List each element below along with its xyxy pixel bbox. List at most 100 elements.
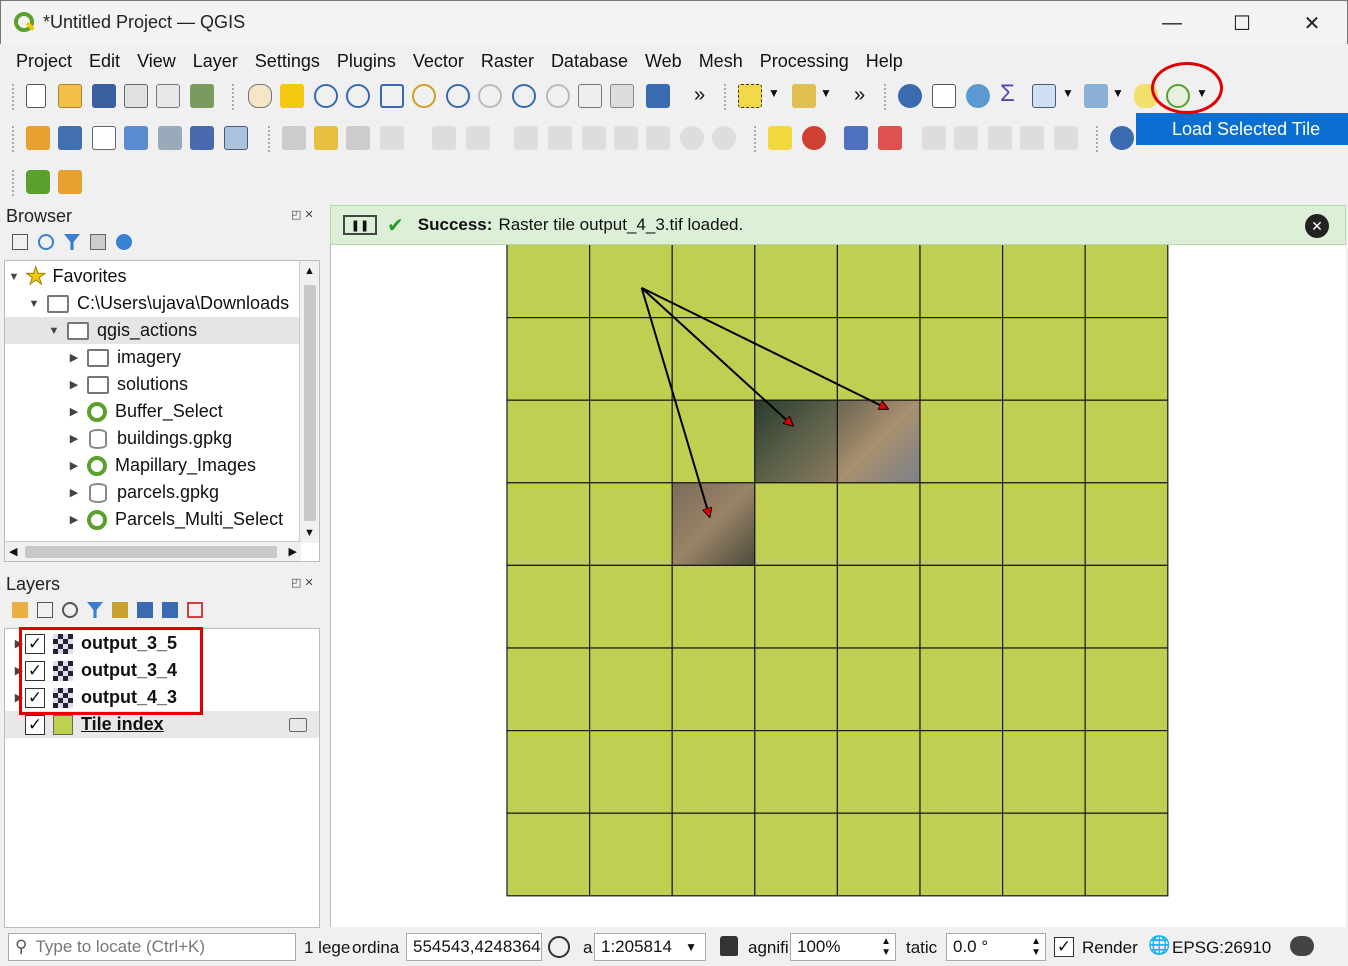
chevron-right-icon[interactable]: ▶ <box>67 405 81 418</box>
scroll-up-icon[interactable]: ▲ <box>304 265 315 277</box>
save-project-icon[interactable] <box>92 84 116 108</box>
tile-index-cell[interactable] <box>754 564 838 649</box>
browser-item[interactable]: ▶ Mapillary_Images <box>5 452 301 479</box>
panel-float-close-icon[interactable]: ◰ ✕ <box>291 576 314 589</box>
label-toolbar-icon[interactable] <box>768 126 792 150</box>
browser-item[interactable]: ▶ imagery <box>5 344 301 371</box>
crs-globe-icon[interactable]: 🌐 <box>1148 935 1170 956</box>
tile-index-cell[interactable] <box>754 245 838 319</box>
zoom-layer-icon[interactable] <box>446 84 470 108</box>
print-layout-icon[interactable] <box>156 84 180 108</box>
tile-index-cell[interactable] <box>836 730 921 814</box>
filter-legend-icon[interactable] <box>87 602 103 618</box>
save-as-icon[interactable] <box>124 84 148 108</box>
menu-layer[interactable]: Layer <box>193 51 238 72</box>
minimize-button[interactable]: — <box>1137 1 1207 45</box>
scroll-thumb[interactable] <box>304 285 316 521</box>
coordinate-field[interactable]: 554543,4248364 <box>406 933 542 961</box>
chevron-down-icon[interactable]: ▼ <box>768 86 780 100</box>
tile-index-cell[interactable] <box>919 245 1004 319</box>
raster-tile[interactable] <box>836 399 921 484</box>
tile-index-cell[interactable] <box>1001 482 1086 567</box>
zoom-full-icon[interactable] <box>380 84 404 108</box>
attribute-table-icon[interactable] <box>932 84 956 108</box>
chevron-down-icon[interactable]: ▼ <box>685 940 697 954</box>
globe-icon[interactable] <box>1110 126 1134 150</box>
locate-search-icon[interactable] <box>26 170 50 194</box>
layer-visibility-checkbox[interactable]: ✓ <box>25 714 45 735</box>
tile-index-cell[interactable] <box>919 316 1004 401</box>
spin-arrows-icon[interactable]: ▲ ▼ <box>1031 936 1041 958</box>
zoom-out-icon[interactable] <box>346 84 370 108</box>
new-project-icon[interactable] <box>26 84 46 108</box>
data-source-manager-icon[interactable] <box>26 126 50 150</box>
toolbar-grip[interactable] <box>12 84 16 110</box>
scroll-down-icon[interactable]: ▼ <box>304 527 315 539</box>
tile-index-cell[interactable] <box>1084 730 1169 814</box>
toolbar-overflow-1[interactable]: » <box>694 84 705 107</box>
chevron-right-icon[interactable]: ▶ <box>67 432 81 445</box>
tile-index-cell[interactable] <box>671 730 756 814</box>
pan-hand-icon[interactable] <box>248 84 272 108</box>
expand-all-icon[interactable] <box>137 602 153 618</box>
tile-index-cell[interactable] <box>589 316 673 401</box>
chevron-down-icon[interactable]: ▼ <box>1112 86 1124 100</box>
tile-index-cell[interactable] <box>754 647 838 732</box>
browser-item[interactable]: ▼ qgis_actions <box>5 317 301 344</box>
toolbar-grip[interactable] <box>724 84 728 110</box>
toolbar-grip[interactable] <box>12 126 16 152</box>
menu-database[interactable]: Database <box>551 51 628 72</box>
menu-processing[interactable]: Processing <box>760 51 849 72</box>
zoom-selection-icon[interactable] <box>412 84 436 108</box>
tile-index-cell[interactable] <box>919 564 1004 649</box>
locator-search-input[interactable]: ⚲ Type to locate (Ctrl+K) <box>8 933 296 961</box>
label-pin-icon[interactable] <box>844 126 868 150</box>
tile-index-cell[interactable] <box>836 564 921 649</box>
scale-combo[interactable]: 1:205814 ▼ <box>594 933 706 961</box>
menu-vector[interactable]: Vector <box>413 51 464 72</box>
tile-index-cell[interactable] <box>589 812 673 897</box>
browser-item[interactable]: ▶ solutions <box>5 371 301 398</box>
add-raster-icon[interactable] <box>190 126 214 150</box>
style-manager-icon[interactable] <box>190 84 214 108</box>
tile-index-cell[interactable] <box>671 564 756 649</box>
filter-expression-icon[interactable] <box>112 602 128 618</box>
visibility-eye-icon[interactable] <box>62 602 78 618</box>
pan-to-selection-icon[interactable] <box>280 84 304 108</box>
tile-index-cell[interactable] <box>671 399 756 484</box>
toolbar-grip[interactable] <box>884 84 888 110</box>
collapse-all-icon[interactable] <box>90 234 106 250</box>
tile-index-cell[interactable] <box>754 316 838 401</box>
toolbar-grip[interactable] <box>12 170 16 196</box>
tile-index-cell[interactable] <box>671 316 756 401</box>
measure-icon[interactable] <box>1084 84 1108 108</box>
tile-index-cell[interactable] <box>589 399 673 484</box>
render-checkbox[interactable]: ✓ <box>1054 937 1074 957</box>
zoom-next-icon[interactable] <box>546 84 570 108</box>
chevron-right-icon[interactable]: ▶ <box>67 486 81 499</box>
settings-gear-icon[interactable] <box>966 84 990 108</box>
tile-index-cell[interactable] <box>671 245 756 319</box>
tile-index-cell[interactable] <box>1001 245 1086 319</box>
tile-index-cell[interactable] <box>919 812 1004 897</box>
zoom-in-icon[interactable] <box>314 84 338 108</box>
chevron-down-icon[interactable]: ▼ <box>1062 86 1074 100</box>
menu-edit[interactable]: Edit <box>89 51 120 72</box>
tile-index-cell[interactable] <box>1084 564 1169 649</box>
menu-mesh[interactable]: Mesh <box>699 51 743 72</box>
chevron-down-icon[interactable]: ▼ <box>820 86 832 100</box>
collapse-all-icon[interactable] <box>162 602 178 618</box>
chevron-down-icon[interactable]: ▼ <box>47 325 61 337</box>
tile-index-cell[interactable] <box>589 730 673 814</box>
zoom-last-icon[interactable] <box>512 84 536 108</box>
browser-item[interactable]: ▶ parcels.gpkg <box>5 479 301 506</box>
temporal-controller-icon[interactable] <box>610 84 634 108</box>
chevron-down-icon[interactable]: ▼ <box>27 298 41 310</box>
tile-index-cell[interactable] <box>1084 245 1169 319</box>
add-group-icon[interactable] <box>37 602 53 618</box>
hscroll-thumb[interactable] <box>25 546 277 558</box>
refresh-icon[interactable] <box>38 234 54 250</box>
tile-index-cell[interactable] <box>589 245 673 319</box>
tile-index-cell[interactable] <box>506 245 591 319</box>
select-features-icon[interactable] <box>738 84 762 108</box>
